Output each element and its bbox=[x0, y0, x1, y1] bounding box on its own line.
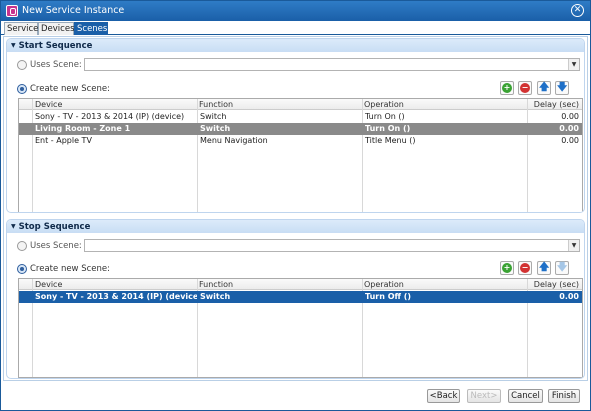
start-sequence-title: Start Sequence bbox=[18, 41, 93, 51]
title-bar: New Service Instance ✕ bbox=[1, 1, 590, 21]
cell-operation: Turn On () bbox=[365, 124, 411, 133]
stop-add-button[interactable]: + bbox=[500, 261, 514, 275]
col-function[interactable]: Function bbox=[197, 99, 362, 110]
tab-bar: Service Devices Scenes bbox=[1, 21, 590, 35]
remove-icon: − bbox=[520, 263, 530, 273]
tab-service[interactable]: Service bbox=[4, 22, 38, 35]
dialog-window: New Service Instance ✕ Service Devices S… bbox=[0, 0, 591, 411]
cell-function: Menu Navigation bbox=[200, 136, 268, 145]
stop-move-up-button[interactable]: 🡅 bbox=[537, 261, 551, 275]
scenes-panel: ▼ Start Sequence Uses Scene: ▼ Create new… bbox=[3, 36, 588, 381]
cell-delay: 0.00 bbox=[561, 136, 579, 145]
collapse-triangle-icon: ▼ bbox=[11, 42, 16, 49]
add-icon: + bbox=[502, 83, 512, 93]
start-create-new-label: Create new Scene: bbox=[30, 84, 110, 94]
arrow-up-icon: 🡅 bbox=[539, 82, 550, 93]
stop-move-down-button[interactable]: 🡇 bbox=[555, 261, 569, 275]
cell-delay: 0.00 bbox=[559, 292, 579, 301]
arrow-down-icon: 🡇 bbox=[557, 82, 568, 93]
back-button[interactable]: <Back bbox=[427, 389, 460, 403]
start-move-down-button[interactable]: 🡇 bbox=[555, 81, 569, 95]
finish-button[interactable]: Finish bbox=[548, 389, 580, 403]
start-sequence-section: ▼ Start Sequence Uses Scene: ▼ Create new… bbox=[6, 38, 585, 213]
col-function[interactable]: Function bbox=[197, 279, 362, 290]
cell-delay: 0.00 bbox=[561, 112, 579, 121]
stop-sequence-title: Stop Sequence bbox=[18, 222, 91, 232]
start-remove-button[interactable]: − bbox=[518, 81, 532, 95]
start-sequence-header[interactable]: ▼ Start Sequence bbox=[7, 39, 584, 52]
cell-operation: Title Menu () bbox=[365, 136, 416, 145]
tab-scenes[interactable]: Scenes bbox=[74, 22, 108, 35]
start-move-up-button[interactable]: 🡅 bbox=[537, 81, 551, 95]
start-uses-scene-radio[interactable] bbox=[17, 60, 27, 70]
col-device[interactable]: Device bbox=[33, 279, 197, 290]
chevron-down-icon[interactable]: ▼ bbox=[568, 240, 579, 251]
col-delay[interactable]: Delay (sec) bbox=[527, 99, 582, 110]
collapse-triangle-icon: ▼ bbox=[11, 223, 16, 230]
close-icon[interactable]: ✕ bbox=[571, 4, 584, 17]
cell-device: Ent - Apple TV bbox=[35, 136, 92, 145]
stop-sequence-section: ▼ Stop Sequence Uses Scene: ▼ Create new … bbox=[6, 219, 585, 379]
cell-function: Switch bbox=[200, 124, 231, 133]
cancel-button[interactable]: Cancel bbox=[508, 389, 543, 403]
arrow-down-icon: 🡇 bbox=[557, 262, 568, 273]
cell-operation: Turn Off () bbox=[365, 292, 412, 301]
col-operation[interactable]: Operation bbox=[362, 99, 527, 110]
start-sequence-table: Device Function Operation Delay (sec) So… bbox=[18, 98, 583, 212]
stop-create-new-label: Create new Scene: bbox=[30, 264, 110, 274]
table-header: Device Function Operation Delay (sec) bbox=[19, 99, 582, 110]
cell-delay: 0.00 bbox=[559, 124, 579, 133]
cell-device: Living Room - Zone 1 bbox=[35, 124, 131, 133]
remove-icon: − bbox=[520, 83, 530, 93]
add-icon: + bbox=[502, 263, 512, 273]
table-row-selected[interactable]: Sony - TV - 2013 & 2014 (IP) (device) Sw… bbox=[19, 291, 582, 303]
stop-create-new-radio[interactable] bbox=[17, 264, 27, 274]
arrow-up-icon: 🡅 bbox=[539, 262, 550, 273]
cell-device: Sony - TV - 2013 & 2014 (IP) (device) bbox=[35, 112, 185, 121]
window-title: New Service Instance bbox=[22, 5, 125, 16]
col-delay[interactable]: Delay (sec) bbox=[527, 279, 582, 290]
app-icon bbox=[6, 5, 18, 17]
stop-uses-scene-label: Uses Scene: bbox=[30, 241, 82, 251]
cell-operation: Turn On () bbox=[365, 112, 405, 121]
stop-uses-scene-select[interactable]: ▼ bbox=[84, 239, 580, 252]
table-header: Device Function Operation Delay (sec) bbox=[19, 279, 582, 290]
table-row[interactable]: Sony - TV - 2013 & 2014 (IP) (device) Sw… bbox=[19, 111, 582, 123]
cell-device: Sony - TV - 2013 & 2014 (IP) (device) bbox=[35, 292, 197, 301]
table-row-selected[interactable]: Living Room - Zone 1 Switch Turn On () 0… bbox=[19, 123, 582, 135]
cell-function: Switch bbox=[200, 112, 227, 121]
cell-function: Switch bbox=[200, 292, 231, 301]
stop-uses-scene-radio[interactable] bbox=[17, 241, 27, 251]
dialog-footer: <Back Next> Cancel Finish bbox=[1, 383, 590, 410]
start-add-button[interactable]: + bbox=[500, 81, 514, 95]
table-row[interactable]: Ent - Apple TV Menu Navigation Title Men… bbox=[19, 135, 582, 147]
col-device[interactable]: Device bbox=[33, 99, 197, 110]
col-operation[interactable]: Operation bbox=[362, 279, 527, 290]
chevron-down-icon[interactable]: ▼ bbox=[568, 59, 579, 70]
start-create-new-radio[interactable] bbox=[17, 84, 27, 94]
start-uses-scene-select[interactable]: ▼ bbox=[84, 58, 580, 71]
stop-sequence-table: Device Function Operation Delay (sec) So… bbox=[18, 278, 583, 378]
tab-devices[interactable]: Devices bbox=[38, 22, 75, 35]
stop-remove-button[interactable]: − bbox=[518, 261, 532, 275]
stop-sequence-header[interactable]: ▼ Stop Sequence bbox=[7, 220, 584, 233]
next-button[interactable]: Next> bbox=[467, 389, 501, 403]
start-uses-scene-label: Uses Scene: bbox=[30, 60, 82, 70]
